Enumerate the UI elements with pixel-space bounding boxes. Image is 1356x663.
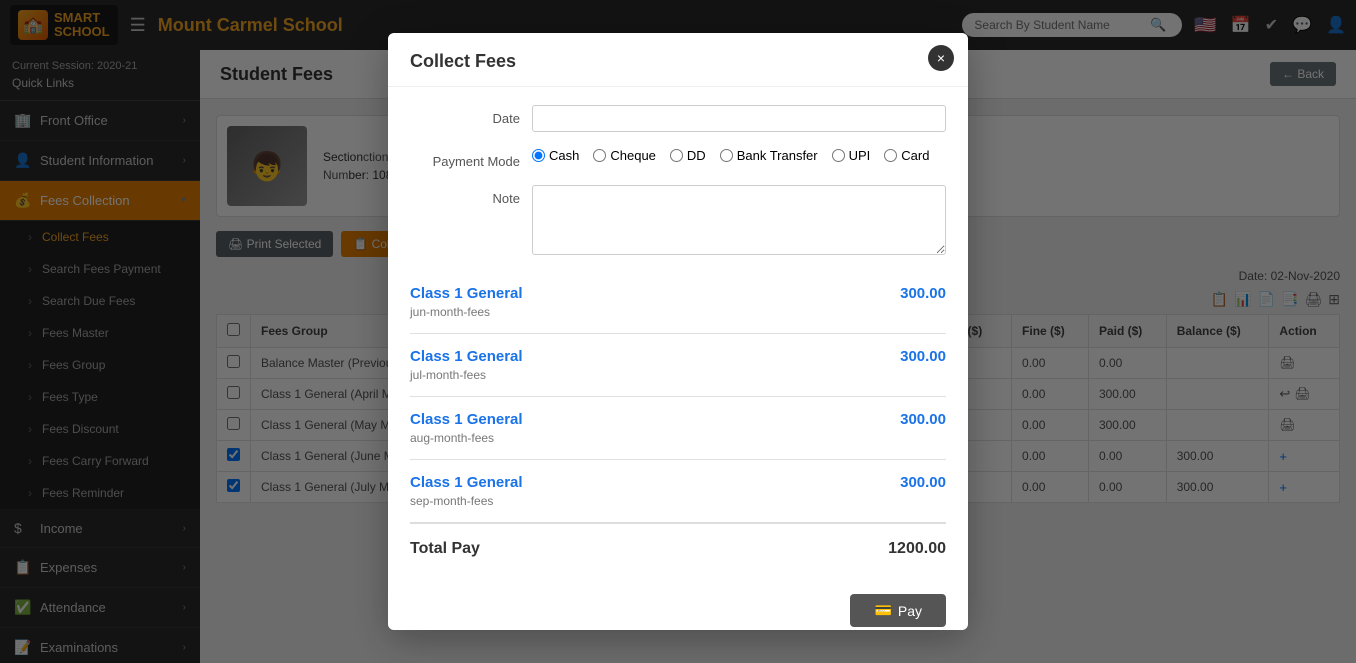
note-row: Note xyxy=(410,185,946,255)
fee-item-amount: 300.00 xyxy=(900,285,946,302)
date-input[interactable] xyxy=(532,105,946,132)
fee-item-name: Class 1 General xyxy=(410,474,523,491)
pay-icon: 💳 xyxy=(874,602,891,619)
radio-upi[interactable]: UPI xyxy=(832,148,871,163)
payment-mode-label: Payment Mode xyxy=(410,148,520,169)
fee-item-amount: 300.00 xyxy=(900,411,946,428)
modal-title: Collect Fees xyxy=(410,51,946,72)
fee-item-sub: sep-month-fees xyxy=(410,494,946,508)
payment-modes: Cash Cheque DD Bank Transfer UPI xyxy=(532,148,929,163)
payment-mode-row: Payment Mode Cash Cheque DD Bank Transfe… xyxy=(410,148,946,169)
fee-item: Class 1 General 300.00 aug-month-fees xyxy=(410,397,946,460)
date-row: Date xyxy=(410,105,946,132)
radio-cash[interactable]: Cash xyxy=(532,148,579,163)
modal-overlay[interactable]: Collect Fees × Date Payment Mode Cash Ch… xyxy=(0,0,1356,663)
modal-body: Date Payment Mode Cash Cheque DD xyxy=(388,87,968,584)
pay-button[interactable]: 💳 Pay xyxy=(850,594,946,627)
radio-card[interactable]: Card xyxy=(884,148,929,163)
fee-item: Class 1 General 300.00 jun-month-fees xyxy=(410,271,946,334)
fee-item-amount: 300.00 xyxy=(900,474,946,491)
note-label: Note xyxy=(410,185,520,206)
fee-item: Class 1 General 300.00 sep-month-fees xyxy=(410,460,946,522)
fee-item-name: Class 1 General xyxy=(410,285,523,302)
fee-item-name: Class 1 General xyxy=(410,348,523,365)
fee-items-list: Class 1 General 300.00 jun-month-fees Cl… xyxy=(410,271,946,522)
fee-item-sub: aug-month-fees xyxy=(410,431,946,445)
radio-cheque[interactable]: Cheque xyxy=(593,148,656,163)
total-amount: 1200.00 xyxy=(888,540,946,558)
modal-close-button[interactable]: × xyxy=(928,45,954,71)
date-label: Date xyxy=(410,105,520,126)
fee-item: Class 1 General 300.00 jul-month-fees xyxy=(410,334,946,397)
note-textarea[interactable] xyxy=(532,185,946,255)
fee-item-sub: jul-month-fees xyxy=(410,368,946,382)
fee-item-amount: 300.00 xyxy=(900,348,946,365)
modal-header: Collect Fees × xyxy=(388,33,968,87)
radio-bank-transfer[interactable]: Bank Transfer xyxy=(720,148,818,163)
fee-item-name: Class 1 General xyxy=(410,411,523,428)
modal-footer: 💳 Pay xyxy=(388,584,968,630)
fee-item-sub: jun-month-fees xyxy=(410,305,946,319)
radio-dd[interactable]: DD xyxy=(670,148,706,163)
collect-fees-modal: Collect Fees × Date Payment Mode Cash Ch… xyxy=(388,33,968,630)
total-label: Total Pay xyxy=(410,540,480,558)
total-row: Total Pay 1200.00 xyxy=(410,522,946,566)
